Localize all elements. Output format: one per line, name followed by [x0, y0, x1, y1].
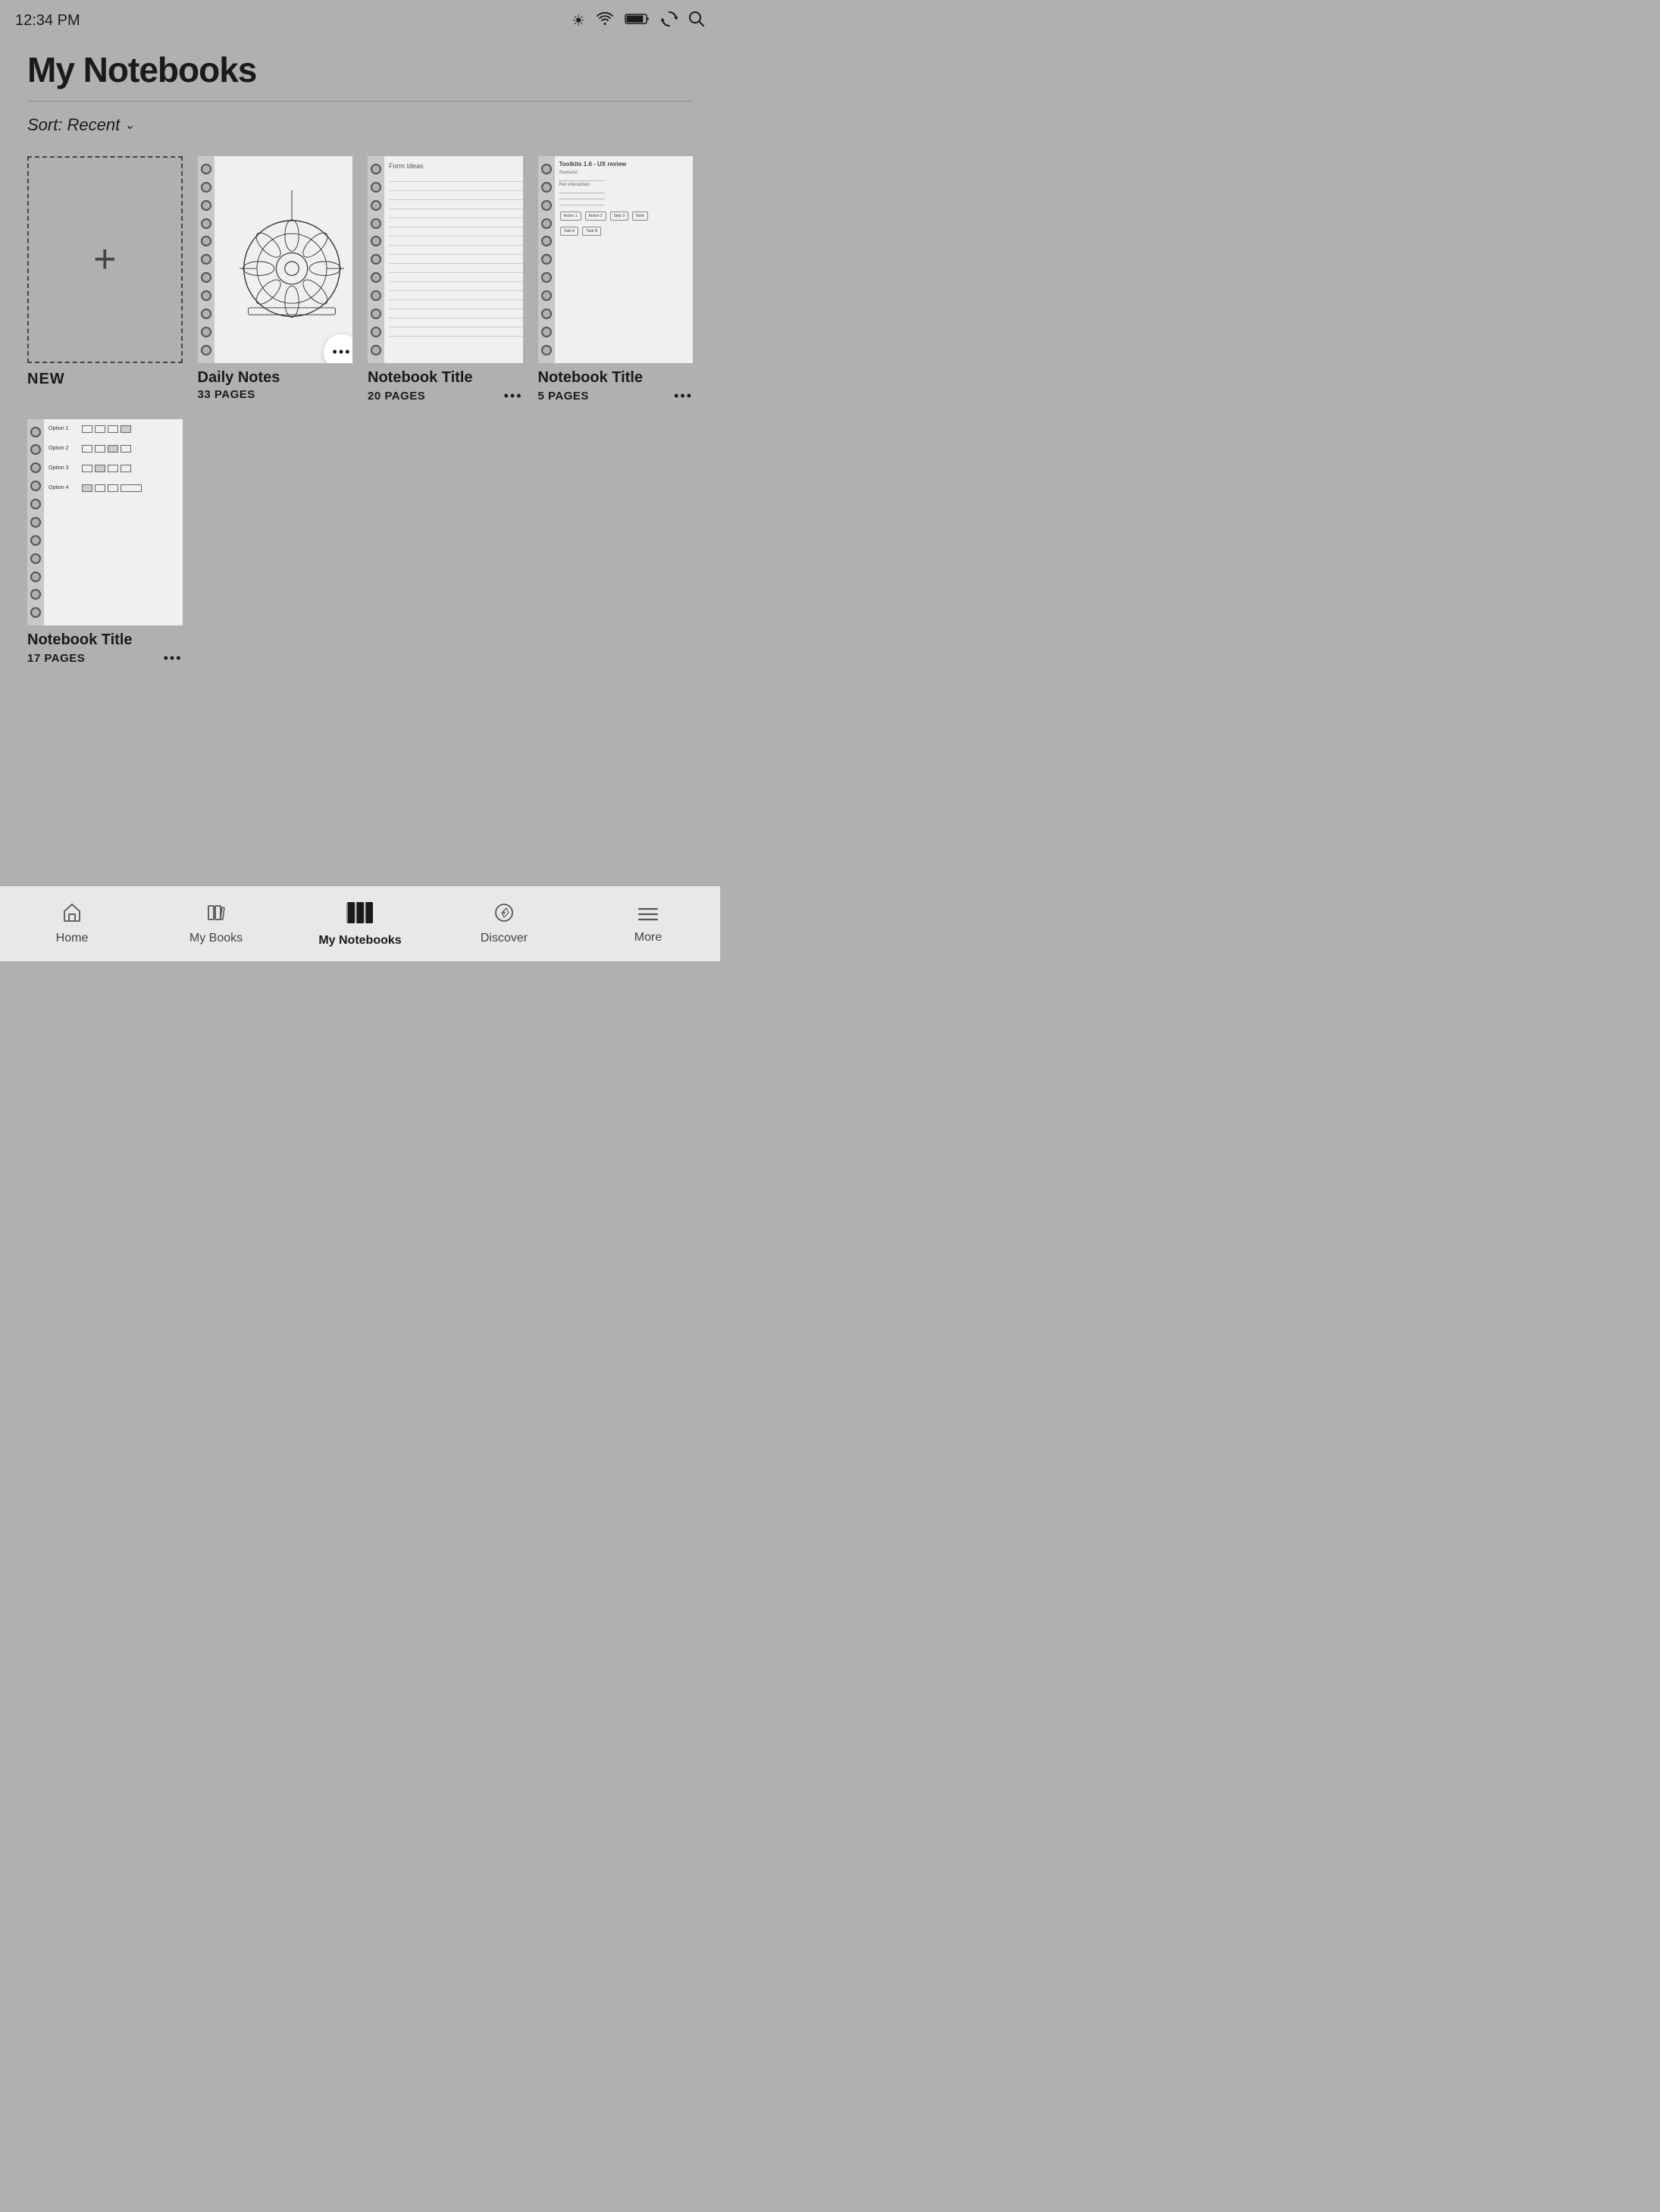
notebook-item-4[interactable]: Option 1 Option 2	[27, 419, 183, 667]
notebook-pages: 33 PAGES	[198, 388, 255, 401]
notebook-daily-notes[interactable]: ••• Daily Notes 33 PAGES	[198, 156, 353, 404]
notebook-pages: 17 PAGES	[27, 652, 85, 665]
nav-label-more: More	[634, 931, 662, 945]
page-title: My Notebooks	[27, 49, 693, 90]
spiral-ring	[201, 164, 211, 174]
notebook-cover: Form Ideas	[368, 156, 523, 363]
more-options-button[interactable]: •••	[164, 650, 183, 666]
home-icon	[61, 902, 83, 929]
more-options-button[interactable]: •••	[674, 388, 693, 404]
nav-label-discover: Discover	[481, 932, 528, 945]
notebook-title: Daily Notes	[198, 369, 353, 387]
notebook-pages: 5 PAGES	[538, 390, 589, 403]
notebook-page-content	[215, 156, 353, 363]
notebooks-grid-row2: Option 1 Option 2	[0, 412, 720, 667]
sort-label-text: Sort:	[27, 115, 62, 135]
notebook-info: Daily Notes 33 PAGES	[198, 369, 353, 401]
compass-icon	[493, 902, 515, 929]
spiral-ring	[201, 182, 211, 193]
books-icon	[205, 902, 227, 929]
notebooks-grid-row1: + NEW	[0, 149, 720, 412]
spiral-ring	[201, 327, 211, 337]
menu-icon	[637, 904, 659, 928]
notebook-item-2[interactable]: Form Ideas	[368, 156, 523, 404]
chevron-down-icon: ⌄	[124, 117, 134, 133]
notebook-info: Notebook Title 20 PAGES •••	[368, 369, 523, 404]
notebook-title: Notebook Title	[538, 369, 694, 387]
notebook-title: Notebook Title	[368, 369, 523, 387]
spiral-binding	[538, 156, 555, 363]
notebook-title: Notebook Title	[27, 631, 183, 649]
spiral-ring	[201, 218, 211, 229]
notebook-page-content: Form Ideas	[384, 156, 523, 363]
sort-value: Recent	[67, 115, 120, 135]
wifi-icon	[596, 12, 614, 30]
battery-icon	[625, 12, 650, 30]
notebook-info: Notebook Title 5 PAGES •••	[538, 369, 694, 404]
more-options-button[interactable]: •••	[504, 388, 523, 404]
nav-item-home[interactable]: Home	[0, 886, 144, 961]
notebook-meta: 20 PAGES •••	[368, 388, 523, 404]
nav-label-my-notebooks: My Notebooks	[318, 934, 401, 948]
sort-selector[interactable]: Sort: Recent ⌄	[27, 115, 135, 135]
new-notebook-placeholder[interactable]: +	[27, 156, 183, 363]
spiral-ring	[201, 309, 211, 319]
spiral-ring	[201, 272, 211, 283]
nav-item-my-books[interactable]: My Books	[144, 886, 288, 961]
search-icon[interactable]	[688, 11, 705, 32]
spiral-ring	[201, 290, 211, 301]
sort-row[interactable]: Sort: Recent ⌄	[0, 102, 720, 149]
plus-icon: +	[93, 240, 116, 279]
notebook-meta: 5 PAGES •••	[538, 388, 694, 404]
spiral-ring	[201, 254, 211, 265]
nav-item-more[interactable]: More	[576, 886, 720, 961]
spiral-binding	[27, 419, 44, 626]
spiral-ring	[201, 236, 211, 246]
status-bar: 12:34 PM ☀	[0, 0, 720, 42]
notebook-cover: Toolkits 1.6 - UX review Scenario: _____…	[538, 156, 694, 363]
notebook-page-content: Option 1 Option 2	[44, 419, 183, 626]
notebook-pages: 20 PAGES	[368, 390, 425, 403]
bottom-navigation: Home My Books My Notebooks	[0, 885, 720, 961]
notebook-page-content: Toolkits 1.6 - UX review Scenario: _____…	[555, 156, 694, 363]
spiral-binding	[368, 156, 384, 363]
notebook-meta: 33 PAGES	[198, 388, 353, 401]
spiral-ring	[201, 345, 211, 356]
new-notebook-item[interactable]: + NEW	[27, 156, 183, 404]
notebook-item-3[interactable]: Toolkits 1.6 - UX review Scenario: _____…	[538, 156, 694, 404]
nav-label-home: Home	[56, 932, 89, 945]
header: My Notebooks	[0, 42, 720, 90]
notebook-cover: •••	[198, 156, 353, 363]
status-icons: ☀	[572, 11, 705, 32]
nav-label-my-books: My Books	[189, 932, 243, 945]
new-notebook-label: NEW	[27, 371, 65, 388]
notebook-info: Notebook Title 17 PAGES •••	[27, 631, 183, 666]
nav-item-discover[interactable]: Discover	[432, 886, 576, 961]
brightness-icon[interactable]: ☀	[572, 11, 585, 30]
notebook-meta: 17 PAGES •••	[27, 650, 183, 666]
status-time: 12:34 PM	[15, 12, 80, 30]
sync-icon[interactable]	[661, 11, 678, 32]
spiral-binding	[198, 156, 215, 363]
nav-item-my-notebooks[interactable]: My Notebooks	[288, 886, 432, 961]
spiral-ring	[201, 200, 211, 211]
notebooks-icon	[346, 901, 374, 931]
notebook-cover: Option 1 Option 2	[27, 419, 183, 626]
